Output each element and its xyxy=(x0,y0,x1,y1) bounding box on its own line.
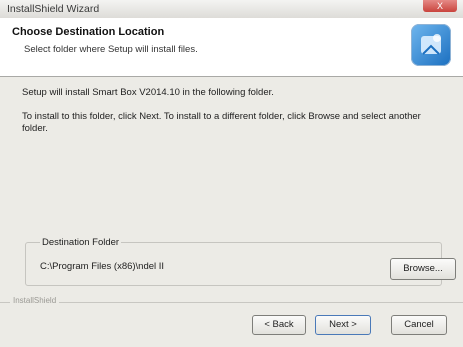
page-subtitle: Select folder where Setup will install f… xyxy=(24,44,198,55)
footer-divider xyxy=(0,302,463,303)
wizard-header: Choose Destination Location Select folde… xyxy=(0,18,463,77)
close-button[interactable]: X xyxy=(423,0,457,12)
install-target-text: Setup will install Smart Box V2014.10 in… xyxy=(22,87,274,98)
wizard-content: Setup will install Smart Box V2014.10 in… xyxy=(0,77,463,297)
instructions-text: To install to this folder, click Next. T… xyxy=(22,111,421,134)
window-title: InstallShield Wizard xyxy=(7,3,100,15)
installshield-window: InstallShield Wizard X Choose Destinatio… xyxy=(0,0,463,347)
destination-folder-label: Destination Folder xyxy=(40,237,122,248)
page-title: Choose Destination Location xyxy=(12,26,165,38)
destination-folder-group: Destination Folder C:\Program Files (x86… xyxy=(25,237,456,286)
cancel-button[interactable]: Cancel xyxy=(391,315,447,335)
destination-path: C:\Program Files (x86)\ndel II xyxy=(40,261,165,272)
installshield-brand: InstallShield xyxy=(10,296,60,305)
back-button[interactable]: < Back xyxy=(252,315,306,335)
next-button[interactable]: Next > xyxy=(315,315,371,335)
title-bar: InstallShield Wizard X xyxy=(0,0,463,18)
browse-button[interactable]: Browse... xyxy=(390,258,456,280)
installer-icon xyxy=(411,24,451,66)
